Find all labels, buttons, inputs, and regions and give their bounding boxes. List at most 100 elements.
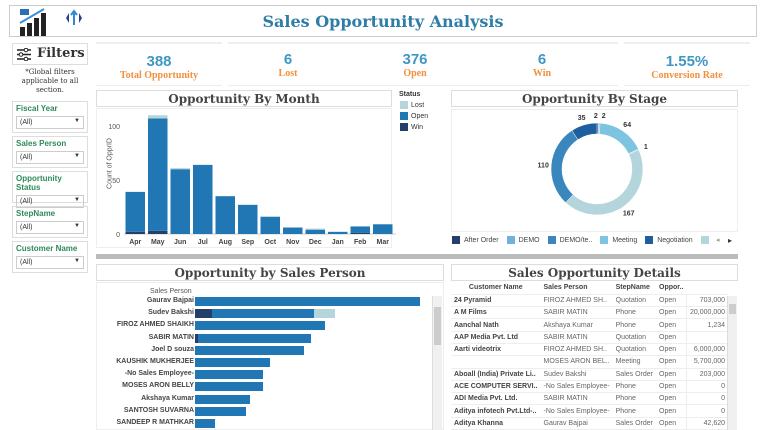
bar-lost-jun[interactable] bbox=[170, 168, 191, 170]
x-tick-label: Nov bbox=[286, 239, 299, 246]
legend-prev-icon[interactable]: ◂ bbox=[716, 236, 720, 244]
table-row[interactable]: A M Films SABIR MATIN Phone Open 20,000,000 bbox=[451, 306, 729, 320]
bar-win-may[interactable] bbox=[148, 230, 168, 234]
customer-name-dropdown[interactable]: (All) ▼ bbox=[16, 256, 84, 269]
column-header[interactable]: StepName bbox=[612, 282, 656, 295]
legend-title: Status bbox=[399, 91, 421, 98]
bar-open-may[interactable] bbox=[148, 118, 168, 231]
bar-win[interactable] bbox=[195, 309, 213, 319]
filter-customer-name: Customer Name (All) ▼ bbox=[12, 241, 88, 273]
table-cell: 24 Pyramid bbox=[451, 294, 541, 308]
filters-note: *Global filters applicable to all sectio… bbox=[21, 68, 79, 94]
details-scrollbar[interactable] bbox=[727, 296, 737, 430]
bar-open[interactable] bbox=[195, 394, 250, 404]
table-cell: 203,000 bbox=[686, 368, 729, 381]
bar-open-feb[interactable] bbox=[350, 226, 371, 233]
table-cell: Sales Order bbox=[612, 368, 656, 381]
table-cell: -No Sales Employee- bbox=[540, 380, 613, 394]
bar-open[interactable] bbox=[212, 309, 315, 319]
bar-open-oct[interactable] bbox=[260, 216, 281, 234]
legend-item[interactable]: DEMO/te.. bbox=[547, 236, 592, 244]
details-title: Sales Opportunity Details bbox=[451, 264, 738, 281]
bar-open[interactable] bbox=[195, 358, 270, 367]
scrollbar-thumb[interactable] bbox=[434, 307, 441, 345]
legend-item-win[interactable]: Win bbox=[400, 123, 428, 131]
sales-person-dropdown[interactable]: (All) ▼ bbox=[16, 151, 84, 164]
table-row[interactable]: Aanchal Nath Akshaya Kumar Phone Open 1,234 bbox=[451, 318, 729, 332]
table-row[interactable]: Aarti videotrix FIROZ AHMED SH.. Quotation… bbox=[451, 343, 729, 357]
column-header[interactable]: Customer Name bbox=[451, 282, 541, 295]
kpi-value: 6 bbox=[283, 51, 293, 68]
column-header[interactable]: Oppor.. bbox=[656, 282, 687, 295]
table-row[interactable]: Aditya infotech Pvt.Ltd-.. -No Sales Empl… bbox=[451, 404, 729, 418]
bar-open[interactable] bbox=[195, 370, 264, 380]
legend-item-open[interactable]: Open bbox=[400, 112, 428, 120]
legend-next-icon[interactable]: ▸ bbox=[728, 236, 732, 245]
kpi-lost: 6 Lost bbox=[228, 42, 348, 86]
bar-open-sep[interactable] bbox=[238, 204, 258, 234]
table-row[interactable]: Aboall (India) Private Li.. Sudev Bakshi S… bbox=[451, 368, 729, 381]
bar-open-aug[interactable] bbox=[215, 196, 236, 234]
kpi-label: Total Opportunity bbox=[119, 70, 199, 81]
kpi-conversion-rate: 1.55% Conversion Rate bbox=[624, 42, 750, 86]
table-cell: FIROZ AHMED SH.. bbox=[540, 294, 613, 308]
legend-label: DEMO bbox=[518, 236, 540, 244]
scrollbar-thumb[interactable] bbox=[729, 304, 736, 314]
table-cell: Open bbox=[656, 318, 687, 332]
donut-segment[interactable] bbox=[550, 130, 579, 204]
bar-lost[interactable] bbox=[314, 309, 335, 319]
table-row[interactable]: ADI Media Pvt. Ltd. SABIR MATIN Phone Open 0 bbox=[451, 392, 729, 406]
table-cell: Gaurav Bajpai bbox=[540, 417, 613, 430]
stepname-dropdown[interactable]: (All) ▼ bbox=[16, 221, 84, 234]
bar-open[interactable] bbox=[195, 345, 305, 355]
section-divider[interactable] bbox=[96, 254, 738, 259]
fiscal-year-dropdown[interactable]: (All) ▼ bbox=[16, 116, 84, 129]
bar-open[interactable] bbox=[195, 406, 247, 416]
bar-open-dec[interactable] bbox=[305, 229, 326, 234]
salesperson-scrollbar[interactable] bbox=[432, 296, 442, 430]
dropdown-value: (All) bbox=[20, 198, 33, 205]
kpi-value: 1.55% bbox=[665, 53, 709, 70]
table-cell: Quotation bbox=[612, 331, 656, 344]
table-row[interactable]: ACE COMPUTER SERVI.. -No Sales Employee- P… bbox=[451, 380, 729, 394]
bar-open[interactable] bbox=[198, 333, 311, 343]
table-row[interactable]: AAP Media Pvt. Ltd SABIR MATIN Quotation Op… bbox=[451, 331, 729, 344]
bar-open-apr[interactable] bbox=[125, 191, 146, 232]
bar-open[interactable] bbox=[195, 297, 420, 306]
legend-item[interactable] bbox=[700, 236, 713, 244]
bar-open-jul[interactable] bbox=[193, 164, 213, 234]
salesperson-row: MOSES ARON BELLY bbox=[96, 381, 431, 393]
legend-item[interactable]: DEMO bbox=[506, 236, 540, 244]
legend-item[interactable]: After Order bbox=[452, 236, 499, 244]
bar-open[interactable] bbox=[195, 382, 264, 392]
bar-open-jun[interactable] bbox=[170, 169, 191, 234]
table-row[interactable]: MOSES ARON BEL.. Meeting Open 5,700,000 bbox=[451, 355, 729, 369]
table-row[interactable]: 24 Pyramid FIROZ AHMED SH.. Quotation Open 7… bbox=[451, 294, 729, 308]
table-cell: Open bbox=[656, 380, 687, 394]
bar-open-mar[interactable] bbox=[373, 224, 393, 234]
column-header[interactable] bbox=[686, 282, 729, 295]
bar-open[interactable] bbox=[195, 419, 216, 428]
legend-item-lost[interactable]: Lost bbox=[400, 101, 428, 109]
bar-lost-may[interactable] bbox=[148, 115, 168, 119]
donut-segment[interactable] bbox=[599, 122, 639, 155]
legend-swatch bbox=[400, 112, 408, 120]
donut-segment[interactable] bbox=[565, 149, 644, 216]
bar-open-jan[interactable] bbox=[328, 231, 348, 234]
table-cell: ADI Media Pvt. Ltd. bbox=[451, 392, 541, 406]
column-header[interactable]: Sales Person bbox=[540, 282, 613, 295]
legend-item[interactable]: Negotiation bbox=[645, 236, 693, 244]
legend-item[interactable]: Meeting bbox=[600, 236, 637, 244]
x-tick-label: Mar bbox=[377, 239, 390, 246]
bar-open[interactable] bbox=[195, 321, 325, 331]
bar-open-nov[interactable] bbox=[283, 227, 303, 234]
table-cell: 5,700,000 bbox=[686, 355, 729, 369]
table-row[interactable]: Aditya Khanna Gaurav Bajpai Sales Order Ope… bbox=[451, 417, 729, 430]
table-cell: Aboall (India) Private Li.. bbox=[451, 368, 541, 381]
kpi-label: Win bbox=[532, 68, 552, 79]
table-header: Customer Name Sales Person StepName Oppor.. bbox=[451, 282, 729, 295]
table-cell: Open bbox=[656, 368, 687, 381]
bar-lost-dec[interactable] bbox=[305, 228, 326, 230]
bar-win-apr[interactable] bbox=[125, 231, 146, 234]
bar-win-feb[interactable] bbox=[350, 232, 371, 234]
